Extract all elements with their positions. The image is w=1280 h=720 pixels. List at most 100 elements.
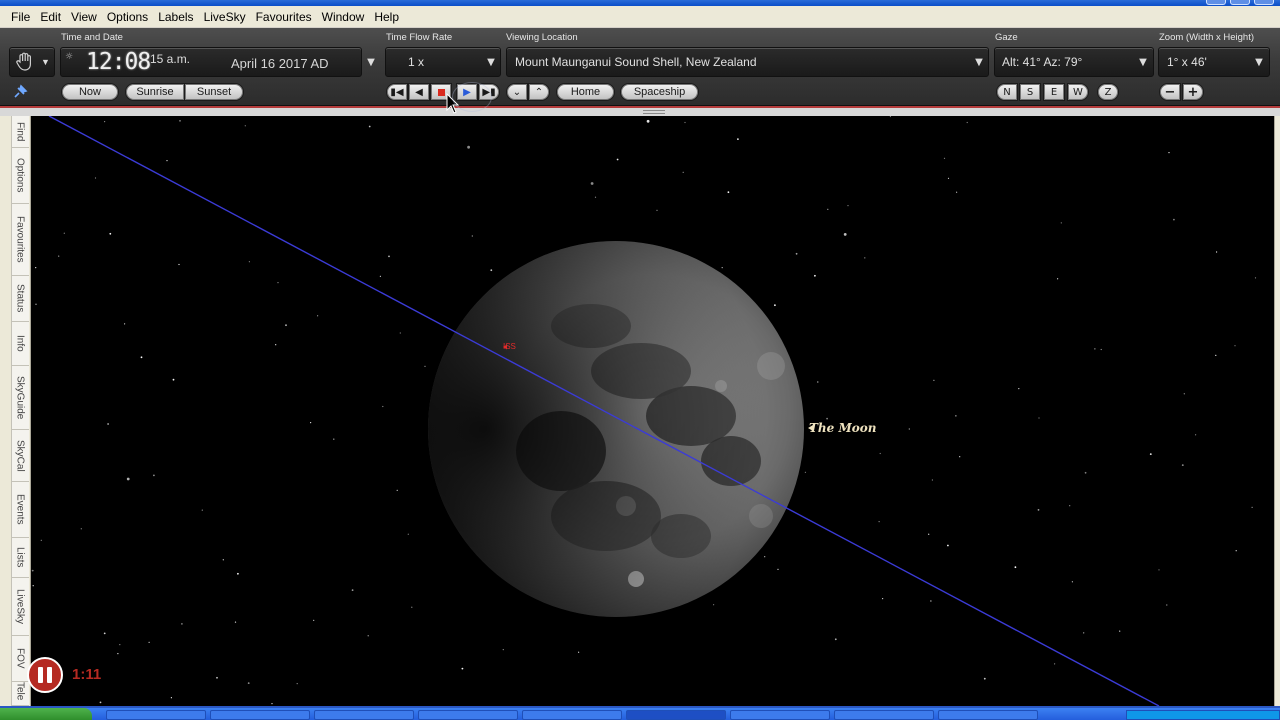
star xyxy=(407,533,409,535)
gaze-dropdown[interactable]: ▼ xyxy=(1133,47,1153,77)
menu-labels[interactable]: Labels xyxy=(153,8,198,26)
star xyxy=(148,641,150,644)
taskbar-item[interactable] xyxy=(314,710,414,720)
star xyxy=(814,274,816,277)
taskbar-item[interactable] xyxy=(730,710,830,720)
star xyxy=(943,157,946,159)
maximize-button[interactable] xyxy=(1230,0,1250,5)
sky-view[interactable] xyxy=(31,116,1274,706)
gaze-up-button[interactable]: ⌃ xyxy=(528,83,550,101)
viewing-location-dropdown[interactable]: ▼ xyxy=(969,47,989,77)
menu-window[interactable]: Window xyxy=(317,8,370,26)
star xyxy=(126,477,130,481)
chevron-down-icon: ▼ xyxy=(975,56,983,68)
star xyxy=(153,474,155,477)
star xyxy=(201,509,203,511)
chevron-down-icon: ▼ xyxy=(1139,56,1147,68)
side-tab-lists[interactable]: Lists xyxy=(11,538,29,578)
compass-south-button[interactable]: S xyxy=(1019,83,1041,101)
hand-tool-selector[interactable]: ▼ xyxy=(9,47,55,77)
menu-file[interactable]: File xyxy=(6,8,35,26)
side-tab-info[interactable]: Info xyxy=(11,322,29,366)
gaze-down-button[interactable]: ⌄ xyxy=(506,83,528,101)
menu-edit[interactable]: Edit xyxy=(35,8,66,26)
iss-label[interactable]: ISS xyxy=(503,342,516,351)
system-tray xyxy=(1126,710,1280,720)
skip-back-icon: ▮◀ xyxy=(390,86,404,98)
taskbar-item[interactable] xyxy=(938,710,1038,720)
side-tab-tele[interactable]: Tele xyxy=(11,682,29,706)
viewing-location-field[interactable]: Mount Maunganui Sound Shell, New Zealand xyxy=(506,47,989,77)
pin-icon[interactable] xyxy=(12,84,28,100)
compass-east-button[interactable]: E xyxy=(1043,83,1065,101)
menu-options[interactable]: Options xyxy=(102,8,153,26)
side-tab-skyguide[interactable]: SkyGuide xyxy=(11,366,29,430)
moon-label[interactable]: The Moon xyxy=(809,421,876,435)
side-tab-favourites[interactable]: Favourites xyxy=(11,204,29,276)
spaceship-button[interactable]: Spaceship xyxy=(620,83,699,101)
toolbar-splitter[interactable] xyxy=(0,108,1280,116)
sunset-button[interactable]: Sunset xyxy=(184,83,244,101)
star xyxy=(1166,604,1168,606)
star xyxy=(310,422,312,424)
star xyxy=(1234,345,1236,347)
star xyxy=(237,572,239,575)
star xyxy=(277,282,279,284)
chevron-down-icon: ▼ xyxy=(41,57,50,67)
sunrise-button[interactable]: Sunrise xyxy=(125,83,185,101)
zoom-in-button[interactable]: + xyxy=(1182,83,1204,101)
iss-orbit-path xyxy=(48,116,1160,706)
now-button[interactable]: Now xyxy=(61,83,119,101)
start-button[interactable] xyxy=(0,708,92,720)
side-tab-status[interactable]: Status xyxy=(11,276,29,322)
zoom-out-button[interactable]: − xyxy=(1159,83,1181,101)
plus-icon: + xyxy=(1187,84,1199,100)
star xyxy=(1060,222,1062,224)
star xyxy=(882,598,884,600)
star xyxy=(107,423,109,425)
menu-help[interactable]: Help xyxy=(369,8,404,26)
minimize-button[interactable] xyxy=(1206,0,1226,5)
star xyxy=(333,438,335,440)
time-flow-dropdown[interactable]: ▼ xyxy=(481,47,501,77)
star xyxy=(271,703,273,705)
star xyxy=(35,303,37,305)
taskbar-item[interactable] xyxy=(210,710,310,720)
taskbar-item[interactable] xyxy=(522,710,622,720)
compass-west-button[interactable]: W xyxy=(1067,83,1089,101)
splitter-grip[interactable] xyxy=(643,110,665,114)
zenith-button[interactable]: Z xyxy=(1097,83,1119,101)
time-date-dropdown[interactable]: ▼ xyxy=(361,47,381,77)
star xyxy=(847,205,849,207)
menu-view[interactable]: View xyxy=(66,8,102,26)
taskbar-item[interactable] xyxy=(106,710,206,720)
side-tab-options[interactable]: Options xyxy=(11,148,29,204)
moon[interactable] xyxy=(428,241,804,617)
pause-button[interactable] xyxy=(27,657,63,693)
reverse-button[interactable]: ◀ xyxy=(408,83,430,101)
close-button[interactable] xyxy=(1254,0,1274,5)
side-tab-label: Find xyxy=(14,121,26,142)
zoom-dropdown[interactable]: ▼ xyxy=(1249,47,1269,77)
side-tab-skycal[interactable]: SkyCal xyxy=(11,430,29,482)
home-button[interactable]: Home xyxy=(556,83,615,101)
step-back-button[interactable]: ▮◀ xyxy=(386,83,408,101)
menu-livesky[interactable]: LiveSky xyxy=(199,8,251,26)
gaze-field[interactable]: Alt: 41° Az: 79° xyxy=(994,47,1154,77)
side-tab-label: Info xyxy=(14,335,26,352)
star xyxy=(616,158,619,161)
star xyxy=(1195,434,1197,436)
star xyxy=(285,324,287,327)
hand-icon xyxy=(16,52,31,71)
star xyxy=(966,121,968,124)
side-tab-events[interactable]: Events xyxy=(11,482,29,538)
side-tab-find[interactable]: Find xyxy=(11,116,29,148)
taskbar-item-active[interactable] xyxy=(626,710,726,720)
side-tab-livesky[interactable]: LiveSky xyxy=(11,578,29,636)
compass-north-button[interactable]: N xyxy=(996,83,1018,101)
star xyxy=(1100,348,1102,351)
menu-favourites[interactable]: Favourites xyxy=(251,8,317,26)
taskbar-item[interactable] xyxy=(418,710,518,720)
taskbar-item[interactable] xyxy=(834,710,934,720)
sky-canvas[interactable] xyxy=(31,116,1274,706)
